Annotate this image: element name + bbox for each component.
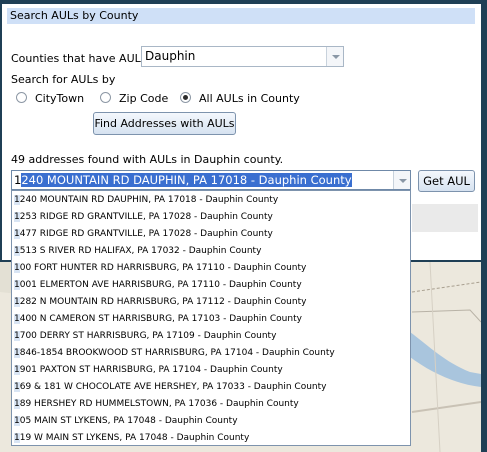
list-item[interactable]: 1400 N CAMERON ST HARRISBURG, PA 17103 -… (12, 311, 410, 328)
list-item[interactable]: 1253 RIDGE RD GRANTVILLE, PA 17028 - Dau… (12, 209, 410, 226)
county-select-value: Dauphin (145, 49, 196, 63)
address-select[interactable]: 1240 MOUNTAIN RD DAUPHIN, PA 17018 - Dau… (11, 170, 411, 190)
radio-all-auls-label[interactable]: All AULs in County (199, 92, 300, 105)
county-select[interactable]: Dauphin (141, 46, 344, 67)
radio-all-auls[interactable] (180, 92, 191, 103)
right-border (481, 0, 487, 452)
list-item[interactable]: 100 FORT HUNTER RD HARRISBURG, PA 17110 … (12, 260, 410, 277)
list-item[interactable]: 1282 N MOUNTAIN RD HARRISBURG, PA 17112 … (12, 294, 410, 311)
list-item[interactable]: 1240 MOUNTAIN RD DAUPHIN, PA 17018 - Dau… (12, 192, 410, 209)
address-dropdown-list[interactable]: 1240 MOUNTAIN RD DAUPHIN, PA 17018 - Dau… (11, 190, 411, 446)
chevron-down-icon[interactable] (393, 171, 410, 189)
address-select-value: 1240 MOUNTAIN RD DAUPHIN, PA 17018 - Dau… (14, 173, 352, 187)
list-item[interactable]: 119 W MAIN ST LYKENS, PA 17048 - Dauphin… (12, 430, 410, 445)
list-item[interactable]: 1477 RIDGE RD GRANTVILLE, PA 17028 - Dau… (12, 226, 410, 243)
list-item[interactable]: 1700 DERRY ST HARRISBURG, PA 17109 - Dau… (12, 328, 410, 345)
radio-zipcode-label[interactable]: Zip Code (119, 92, 168, 105)
list-item[interactable]: 169 & 181 W CHOCOLATE AVE HERSHEY, PA 17… (12, 379, 410, 396)
list-item[interactable]: 105 MAIN ST LYKENS, PA 17048 - Dauphin C… (12, 413, 410, 430)
list-item[interactable]: 189 HERSHEY RD HUMMELSTOWN, PA 17036 - D… (12, 396, 410, 413)
panel-title: Search AULs by County (7, 8, 475, 24)
list-item[interactable]: 1846-1854 BROOKWOOD ST HARRISBURG, PA 17… (12, 345, 410, 362)
search-for-label: Search for AULs by (11, 73, 116, 86)
list-item[interactable]: 1001 ELMERTON AVE HARRISBURG, PA 17110 -… (12, 277, 410, 294)
radio-citytown-label[interactable]: CityTown (35, 92, 84, 105)
list-item[interactable]: 1513 S RIVER RD HALIFAX, PA 17032 - Daup… (12, 243, 410, 260)
find-addresses-button[interactable]: Find Addresses with AULs (93, 112, 236, 135)
list-item[interactable]: 1901 PAXTON ST HARRISBURG, PA 17104 - Da… (12, 362, 410, 379)
radio-citytown[interactable] (16, 92, 27, 103)
selected-address-text: 240 MOUNTAIN RD DAUPHIN, PA 17018 - Daup… (21, 173, 352, 187)
chevron-down-icon[interactable] (326, 47, 343, 66)
get-aul-button[interactable]: Get AUL (418, 170, 475, 192)
results-summary: 49 addresses found with AULs in Dauphin … (11, 153, 284, 166)
radio-zipcode[interactable] (100, 92, 111, 103)
counties-label: Counties that have AULs: (11, 52, 151, 65)
panel-filler (412, 204, 478, 232)
